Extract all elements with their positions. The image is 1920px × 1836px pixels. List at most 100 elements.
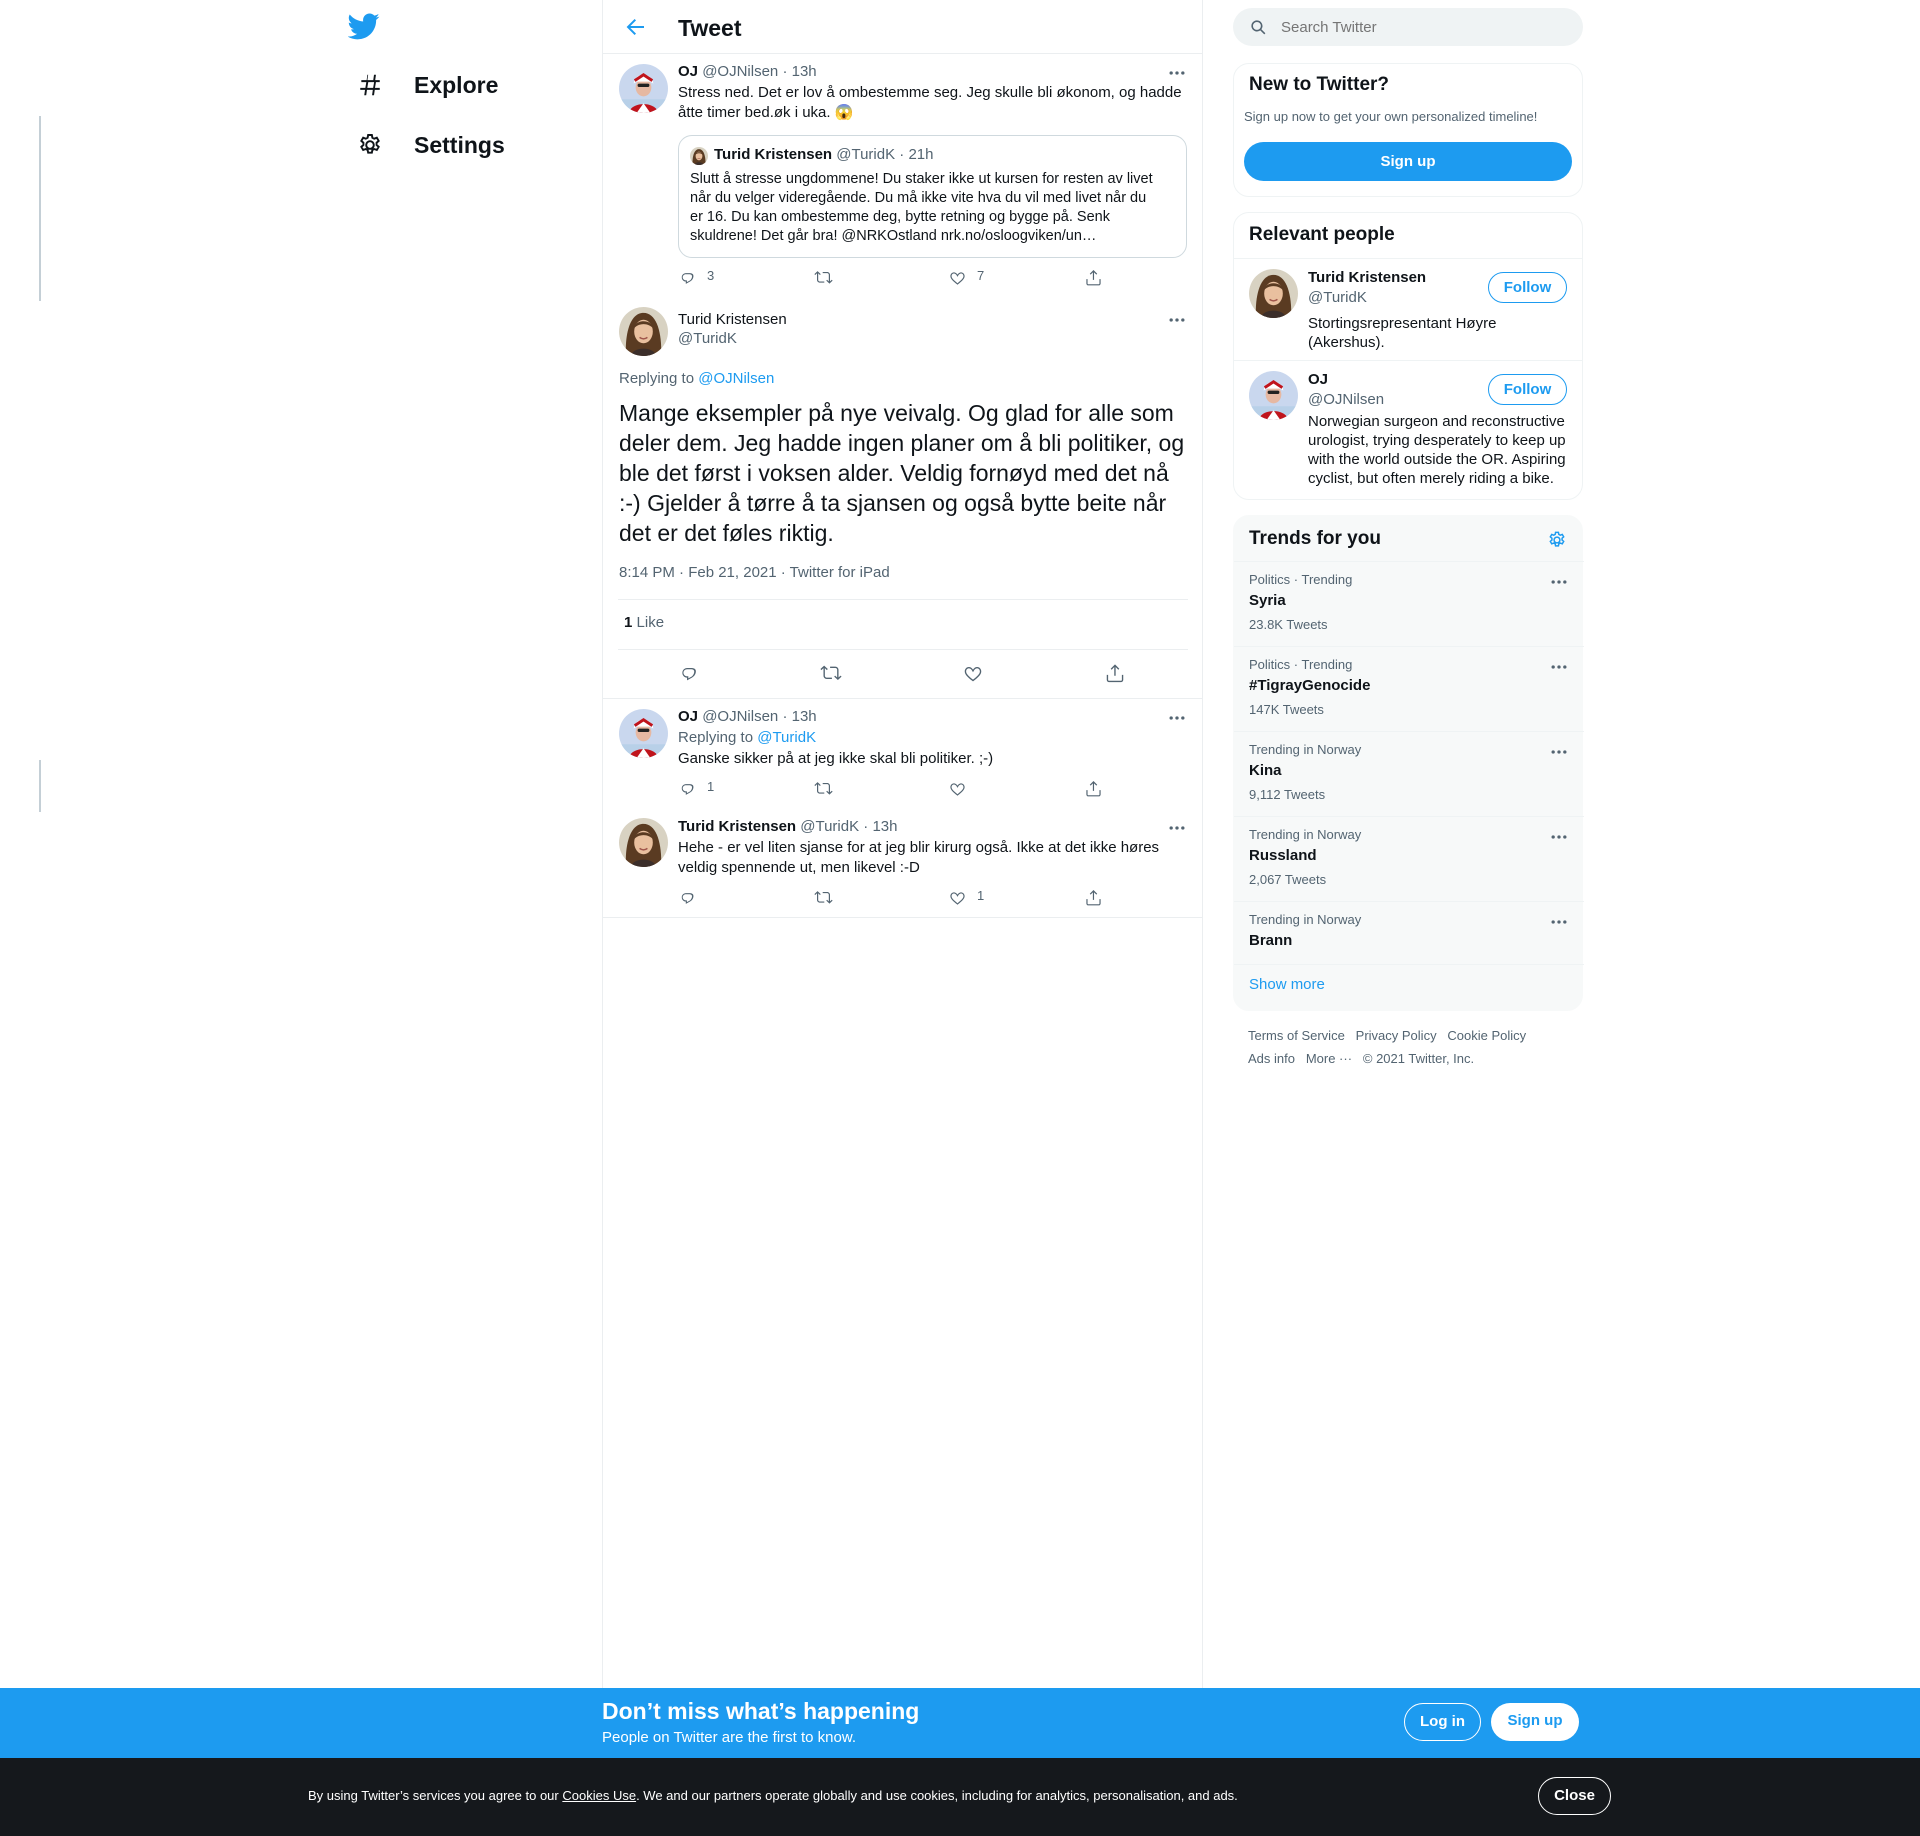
like-button[interactable]: 1 [948, 888, 984, 907]
person-row[interactable]: OJ @OJNilsen Follow Norwegian surgeon an… [1234, 361, 1582, 499]
reply-button[interactable] [678, 888, 697, 907]
replying-to-link[interactable]: @TuridK [757, 729, 816, 746]
reply-button[interactable] [678, 662, 700, 684]
quoted-tweet[interactable]: Turid Kristensen @TuridK · 21h Slutt å s… [678, 135, 1187, 258]
reply-button[interactable]: 3 [678, 268, 714, 287]
avatar[interactable] [619, 709, 668, 758]
more-icon[interactable] [1167, 708, 1187, 728]
nav-settings[interactable]: Settings [340, 115, 505, 175]
person-handle[interactable]: @TuridK [1308, 289, 1367, 306]
follow-button[interactable]: Follow [1488, 272, 1567, 303]
trend-count: 9,112 Tweets [1249, 787, 1326, 802]
tweet-time[interactable]: · 13h [782, 708, 816, 725]
reply-button[interactable]: 1 [678, 779, 714, 798]
share-button[interactable] [1104, 662, 1126, 684]
author-name[interactable]: OJ [678, 63, 698, 80]
retweet-button[interactable] [820, 662, 842, 684]
person-name[interactable]: Turid Kristensen [1308, 269, 1426, 286]
twitter-logo-icon[interactable] [348, 10, 380, 42]
tweet-text: Stress ned. Det er lov å ombestemme seg.… [678, 83, 1188, 123]
tweet-timestamp[interactable]: 8:14 PM · Feb 21, 2021 · Twitter for iPa… [619, 564, 890, 581]
more-icon[interactable] [1167, 818, 1187, 838]
trend-item[interactable]: Politics · Trending Syria 23.8K Tweets [1234, 561, 1584, 646]
terms-link[interactable]: Terms of Service [1248, 1028, 1345, 1043]
more-icon[interactable] [1549, 657, 1569, 677]
share-icon [1104, 662, 1126, 684]
more-icon[interactable] [1167, 310, 1187, 330]
person-name[interactable]: OJ [1308, 371, 1328, 388]
more-icon[interactable] [1549, 742, 1569, 762]
retweet-button[interactable] [814, 888, 833, 907]
trends-card: Trends for you Politics · Trending Syria… [1233, 515, 1584, 1011]
trend-item[interactable]: Trending in Norway Brann [1234, 901, 1584, 964]
author-handle[interactable]: @TuridK [800, 818, 859, 835]
card-title: Relevant people [1249, 224, 1395, 245]
main-tweet-text: Mange eksempler på nye veivalg. Og glad … [619, 398, 1194, 548]
sign-up-button[interactable]: Sign up [1491, 1703, 1579, 1741]
heart-icon [948, 779, 967, 798]
trend-item[interactable]: Politics · Trending #TigrayGenocide 147K… [1234, 646, 1584, 731]
gear-icon[interactable] [1547, 530, 1567, 550]
avatar[interactable] [619, 307, 668, 356]
nav-explore[interactable]: Explore [340, 55, 498, 115]
replying-prefix: Replying to [619, 370, 699, 387]
new-to-twitter-card: New to Twitter? Sign up now to get your … [1233, 63, 1583, 197]
trend-item[interactable]: Trending in Norway Russland 2,067 Tweets [1234, 816, 1584, 901]
search-icon [1249, 18, 1268, 37]
retweet-button[interactable] [814, 779, 833, 798]
share-button[interactable] [1084, 888, 1103, 907]
replying-to: Replying to @TuridK [678, 729, 816, 746]
heart-icon [948, 268, 967, 287]
likes-number: 1 [624, 614, 633, 631]
author-name[interactable]: Turid Kristensen [678, 818, 796, 835]
tweet-time[interactable]: · 13h [782, 63, 816, 80]
person-row[interactable]: Turid Kristensen @TuridK Follow Storting… [1234, 259, 1582, 359]
like-button[interactable] [948, 779, 967, 798]
like-button[interactable] [962, 662, 984, 684]
author-handle[interactable]: @OJNilsen [702, 708, 778, 725]
cookie-policy-link[interactable]: Cookie Policy [1447, 1028, 1526, 1043]
more-icon[interactable] [1167, 63, 1187, 83]
trend-item[interactable]: Trending in Norway Kina 9,112 Tweets [1234, 731, 1584, 816]
more-icon[interactable] [1549, 827, 1569, 847]
privacy-link[interactable]: Privacy Policy [1356, 1028, 1437, 1043]
avatar[interactable] [1249, 269, 1298, 318]
tweet-time[interactable]: · 13h [863, 818, 897, 835]
divider [618, 649, 1188, 650]
show-more-link[interactable]: Show more [1249, 976, 1325, 993]
tweet-author: OJ @OJNilsen · 13h [678, 63, 817, 80]
person-handle[interactable]: @OJNilsen [1308, 391, 1384, 408]
avatar[interactable] [1249, 371, 1298, 420]
card-title: New to Twitter? [1249, 74, 1390, 95]
ads-info-link[interactable]: Ads info [1248, 1051, 1295, 1066]
author-handle[interactable]: @TuridK [678, 330, 737, 347]
trend-name: Russland [1249, 847, 1317, 864]
back-arrow-icon[interactable] [623, 15, 647, 39]
search-bar[interactable] [1233, 8, 1583, 46]
sign-up-button[interactable]: Sign up [1244, 142, 1572, 181]
follow-button[interactable]: Follow [1488, 374, 1567, 405]
share-button[interactable] [1084, 779, 1103, 798]
search-input[interactable] [1281, 17, 1561, 37]
more-icon[interactable] [1549, 912, 1569, 932]
like-button[interactable]: 7 [948, 268, 984, 287]
more-icon[interactable] [1549, 572, 1569, 592]
avatar[interactable] [619, 64, 668, 113]
avatar[interactable] [619, 818, 668, 867]
likes-count[interactable]: 1 Like [624, 614, 664, 631]
close-button[interactable]: Close [1538, 1777, 1611, 1815]
share-button[interactable] [1084, 268, 1103, 287]
cookies-use-link[interactable]: Cookies Use [562, 1788, 636, 1803]
author-handle[interactable]: @OJNilsen [702, 63, 778, 80]
author-name[interactable]: OJ [678, 708, 698, 725]
trend-context: Trending in Norway [1249, 827, 1362, 842]
quote-author: Turid Kristensen @TuridK · 21h [714, 146, 933, 163]
author-name[interactable]: Turid Kristensen [678, 311, 787, 328]
trend-context: Trending in Norway [1249, 742, 1362, 757]
replying-to-link[interactable]: @OJNilsen [698, 370, 774, 387]
bio-line: urologist, trying desperately to keep up [1308, 432, 1566, 449]
retweet-button[interactable] [814, 268, 833, 287]
thread-line [39, 760, 41, 812]
log-in-button[interactable]: Log in [1404, 1703, 1481, 1741]
more-link[interactable]: More ··· [1306, 1051, 1352, 1066]
